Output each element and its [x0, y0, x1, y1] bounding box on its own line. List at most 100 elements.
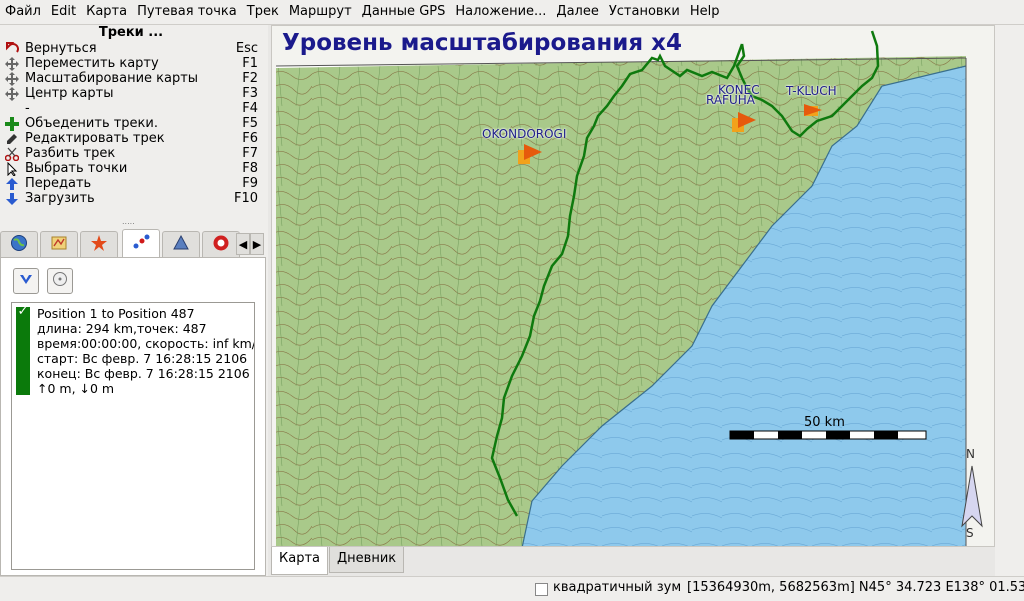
- tracks-panel: ✓ Position 1 to Position 487 длина: 294 …: [0, 257, 266, 576]
- track-start: старт: Вс февр. 7 16:28:15 2106: [37, 351, 248, 366]
- disk-icon: [52, 271, 68, 291]
- waypoint-label: OKONDOROGI: [482, 127, 567, 141]
- map-view[interactable]: Уровень масштабирования x4 OKONDOROGI KO…: [271, 25, 995, 547]
- menu-map[interactable]: Карта: [81, 0, 132, 24]
- menu-track[interactable]: Трек: [242, 0, 284, 24]
- track-time-speed: время:00:00:00, скорость: inf km/h: [37, 336, 255, 351]
- track-options-button[interactable]: [47, 268, 73, 294]
- menu-waypoint[interactable]: Путевая точка: [132, 0, 242, 24]
- topo-map[interactable]: [272, 26, 995, 547]
- menu-more[interactable]: Далее: [551, 0, 603, 24]
- tool-split-track[interactable]: Разбить трек F7: [0, 146, 258, 161]
- waypoint-label: T-KLUCH: [786, 84, 837, 98]
- tool-undo[interactable]: Вернуться Esc: [0, 41, 258, 56]
- right-edge: [995, 25, 1024, 576]
- tool-label: Переместить карту: [25, 56, 159, 71]
- tab-map-view[interactable]: Карта: [271, 547, 328, 575]
- tool-select-points[interactable]: Выбрать точки F8: [0, 161, 258, 176]
- quadratic-zoom-checkbox[interactable]: [535, 583, 548, 596]
- tool-shortcut: F8: [242, 161, 258, 176]
- menu-file[interactable]: Файл: [0, 0, 46, 24]
- map-tab-bar: Карта Дневник: [271, 547, 995, 575]
- tool-shortcut: F6: [242, 131, 258, 146]
- quadratic-zoom-label: квадратичный зум: [553, 580, 682, 595]
- tool-upload[interactable]: Передать F9: [0, 176, 258, 191]
- tool-center-map[interactable]: Центр карты F3: [0, 86, 258, 101]
- tool-shortcut: F1: [242, 56, 258, 71]
- tab-map[interactable]: [40, 231, 78, 257]
- join-icon: [3, 116, 21, 131]
- center-icon: [3, 86, 21, 101]
- tab-scroll-right[interactable]: ▶: [250, 233, 264, 255]
- menu-overlay[interactable]: Наложение...: [450, 0, 551, 24]
- move-icon: [3, 56, 21, 71]
- tool-label: Выбрать точки: [25, 161, 128, 176]
- tool-label: -: [25, 101, 30, 116]
- tools-title: Треки ...: [98, 25, 164, 40]
- tab-routes[interactable]: [162, 231, 200, 257]
- splitter-handle[interactable]: .....: [122, 218, 138, 226]
- tab-gps[interactable]: [202, 231, 240, 257]
- tool-label: Редактировать трек: [25, 131, 165, 146]
- menu-gps-data[interactable]: Данные GPS: [357, 0, 451, 24]
- chevron-right-icon: ▶: [252, 237, 262, 251]
- gps-icon: [212, 234, 230, 256]
- tool-shortcut: F4: [242, 101, 258, 116]
- tool-move-map[interactable]: Переместить карту F1: [0, 56, 258, 71]
- scale-bar: [729, 430, 927, 440]
- tool-shortcut: F9: [242, 176, 258, 191]
- zoom-icon: [3, 71, 21, 86]
- track-color-swatch[interactable]: [16, 307, 30, 395]
- star-icon: [90, 234, 108, 256]
- tool-download[interactable]: Загрузить F10: [0, 191, 258, 206]
- tool-zoom-map[interactable]: Масштабирование карты F2: [0, 71, 258, 86]
- edit-icon: [3, 131, 21, 146]
- tab-waypoints[interactable]: [80, 231, 118, 257]
- select-icon: [3, 161, 21, 176]
- tab-diary[interactable]: Дневник: [329, 547, 405, 573]
- tool-separator[interactable]: - F4: [0, 101, 258, 116]
- tab-globe[interactable]: [0, 231, 38, 257]
- tool-shortcut: F5: [242, 116, 258, 131]
- tool-shortcut: F10: [233, 191, 258, 206]
- zoom-level-label: Уровень масштабирования x4: [282, 30, 682, 56]
- map-icon: [50, 234, 68, 256]
- download-icon: [3, 191, 21, 206]
- track-title: Position 1 to Position 487: [37, 306, 195, 321]
- tool-label: Разбить трек: [25, 146, 116, 161]
- tool-label: Вернуться: [25, 41, 97, 56]
- tool-label: Объеденить треки.: [25, 116, 158, 131]
- tool-shortcut: F3: [242, 86, 258, 101]
- tool-shortcut: F2: [242, 71, 258, 86]
- menu-bar: Файл Edit Карта Путевая точка Трек Маршр…: [0, 0, 1024, 25]
- track-icon: [132, 233, 150, 255]
- tool-edit-track[interactable]: Редактировать трек F6: [0, 131, 258, 146]
- menu-route[interactable]: Маршрут: [284, 0, 357, 24]
- tool-label: Загрузить: [25, 191, 95, 206]
- track-visibility-button[interactable]: [13, 268, 39, 294]
- tool-join-tracks[interactable]: Объеденить треки. F5: [0, 116, 258, 131]
- tool-label: Масштабирование карты: [25, 71, 199, 86]
- track-elevation: ↑0 m, ↓0 m: [37, 381, 115, 396]
- undo-icon: [3, 41, 21, 56]
- menu-help[interactable]: Help: [685, 0, 725, 24]
- coordinates-readout: [15364930m, 5682563m] N45° 34.723 E138° …: [687, 580, 1024, 595]
- tab-tracks[interactable]: [122, 229, 160, 258]
- compass-n-label: N: [966, 447, 975, 461]
- track-list: ✓ Position 1 to Position 487 длина: 294 …: [11, 302, 255, 570]
- waypoint-label: RAFUHA: [706, 93, 755, 107]
- track-length: длина: 294 km,точек: 487: [37, 321, 207, 336]
- scale-label: 50 km: [804, 415, 845, 430]
- left-tab-bar: ◀ ▶: [0, 229, 266, 258]
- tool-label: Передать: [25, 176, 92, 191]
- menu-settings[interactable]: Установки: [604, 0, 685, 24]
- tool-label: Центр карты: [25, 86, 114, 101]
- compass-s-label: S: [966, 526, 974, 540]
- menu-edit[interactable]: Edit: [46, 0, 81, 24]
- tool-shortcut: Esc: [235, 41, 258, 56]
- checkmark-icon[interactable]: ✓: [15, 305, 31, 319]
- tab-scroll-left[interactable]: ◀: [236, 233, 250, 255]
- status-bar: квадратичный зум [15364930m, 5682563m] N…: [0, 576, 1024, 601]
- globe-icon: [10, 234, 28, 256]
- upload-icon: [3, 176, 21, 191]
